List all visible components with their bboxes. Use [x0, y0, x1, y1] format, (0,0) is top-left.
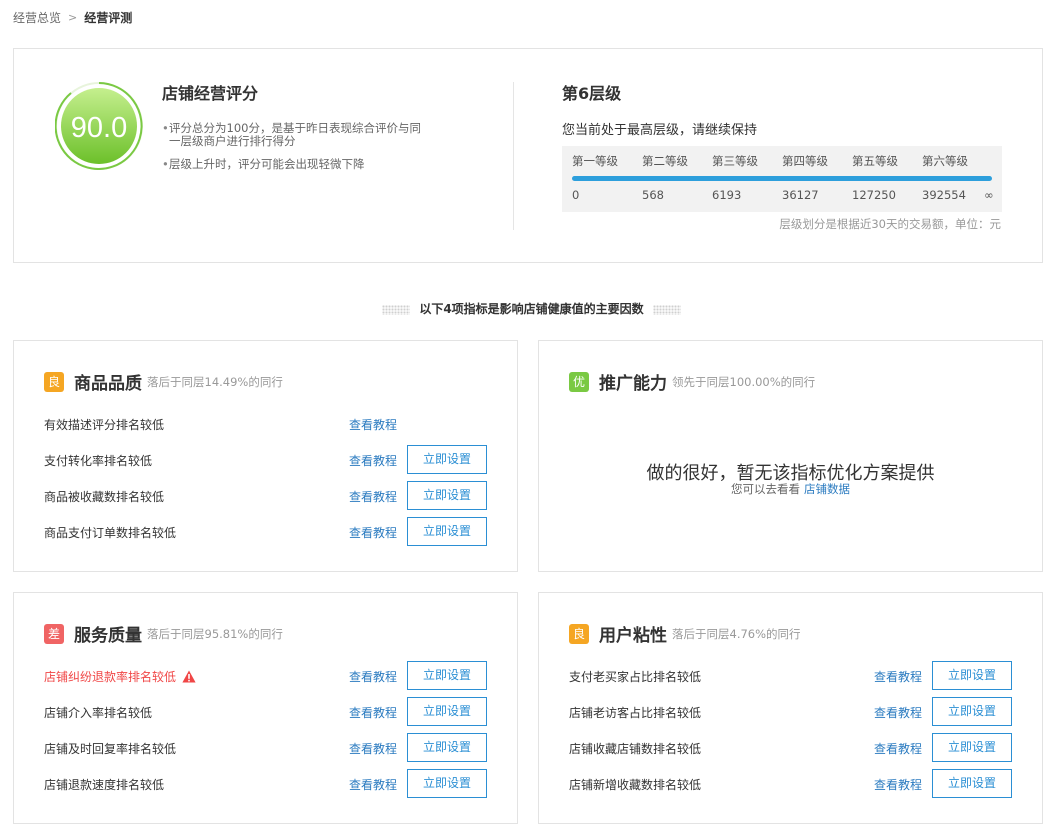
set-now-button[interactable]: 立即设置 — [932, 733, 1012, 762]
view-tutorial-link[interactable]: 查看教程 — [349, 416, 397, 433]
row-label: 商品支付订单数排名较低 — [44, 526, 177, 540]
set-now-button[interactable]: 立即设置 — [407, 517, 487, 546]
set-now-button[interactable]: 立即设置 — [407, 445, 487, 474]
level-value: 392554 — [922, 188, 966, 202]
card-header: 良 商品品质 落后于同层14.49%的同行 — [44, 369, 283, 394]
breadcrumb-separator: > — [68, 11, 78, 24]
card-user-stickiness: 良 用户粘性 落后于同层4.76%的同行 支付老买家占比排名较低 查看教程 立即… — [538, 592, 1043, 824]
score-bullet: 评分总分为100分，是基于昨日表现综合评价与同一层级商户进行排行得分 — [162, 122, 432, 148]
row-label: 支付老买家占比排名较低 — [569, 670, 702, 684]
view-tutorial-link[interactable]: 查看教程 — [349, 740, 397, 757]
level-value-infinity: ∞ — [984, 188, 994, 202]
dotted-decoration — [652, 304, 681, 315]
set-now-button[interactable]: 立即设置 — [407, 661, 487, 690]
card-header: 良 用户粘性 落后于同层4.76%的同行 — [569, 621, 801, 646]
row-label-text: 店铺纠纷退款率排名较低 — [44, 670, 177, 684]
card-header: 优 推广能力 领先于同层100.00%的同行 — [569, 369, 815, 394]
level-label: 第三等级 — [712, 154, 758, 168]
view-tutorial-link[interactable]: 查看教程 — [349, 452, 397, 469]
level-description: 您当前处于最高层级，请继续保持 — [562, 123, 758, 138]
breadcrumb-parent-link[interactable]: 经营总览 — [13, 9, 61, 26]
score-title: 店铺经营评分 — [162, 84, 259, 103]
score-bullets: 评分总分为100分，是基于昨日表现综合评价与同一层级商户进行排行得分 层级上升时… — [162, 122, 432, 181]
card-subtitle: 领先于同层100.00%的同行 — [672, 374, 816, 389]
grade-badge: 良 — [569, 623, 589, 644]
level-label: 第二等级 — [642, 154, 688, 168]
level-label: 第四等级 — [782, 154, 828, 168]
level-value: 36127 — [782, 188, 819, 202]
grade-badge: 良 — [44, 371, 64, 392]
grade-badge: 优 — [569, 371, 589, 392]
set-now-button[interactable]: 立即设置 — [407, 733, 487, 762]
row-label: 店铺介入率排名较低 — [44, 706, 153, 720]
section-title-text: 以下4项指标是影响店铺健康值的主要因数 — [419, 302, 644, 316]
level-label: 第五等级 — [852, 154, 898, 168]
empty-state-hint-text: 您可以去看看 — [731, 482, 800, 496]
row-label: 有效描述评分排名较低 — [44, 418, 165, 432]
set-now-button[interactable]: 立即设置 — [407, 769, 487, 798]
level-scale: 第一等级 第二等级 第三等级 第四等级 第五等级 第六等级 0 568 6193… — [562, 146, 1002, 212]
card-service-quality: 差 服务质量 落后于同层95.81%的同行 店铺纠纷退款率排名较低 查看教程 立… — [13, 592, 518, 824]
view-tutorial-link[interactable]: 查看教程 — [349, 704, 397, 721]
level-value: 0 — [572, 188, 580, 202]
row-label: 商品被收藏数排名较低 — [44, 490, 165, 504]
row-label: 店铺老访客占比排名较低 — [569, 706, 702, 720]
divider — [513, 82, 514, 230]
breadcrumb: 经营总览 > 经营评测 — [13, 9, 132, 26]
row-label: 店铺新增收藏数排名较低 — [569, 778, 702, 792]
level-title: 第6层级 — [562, 84, 622, 103]
breadcrumb-current: 经营评测 — [84, 11, 133, 25]
set-now-button[interactable]: 立即设置 — [932, 661, 1012, 690]
warning-icon — [182, 670, 196, 683]
card-subtitle: 落后于同层95.81%的同行 — [147, 626, 283, 641]
card-title: 服务质量 — [74, 626, 142, 646]
level-value: 6193 — [712, 188, 742, 202]
card-promotion-ability: 优 推广能力 领先于同层100.00%的同行 做的很好，暂无该指标优化方案提供 … — [538, 340, 1043, 572]
view-tutorial-link[interactable]: 查看教程 — [349, 524, 397, 541]
row-label: 支付转化率排名较低 — [44, 454, 153, 468]
card-subtitle: 落后于同层4.76%的同行 — [672, 626, 801, 641]
score-value: 90.0 — [71, 112, 127, 144]
set-now-button[interactable]: 立即设置 — [932, 769, 1012, 798]
card-title: 推广能力 — [599, 374, 667, 394]
store-data-link[interactable]: 店铺数据 — [804, 482, 850, 496]
view-tutorial-link[interactable]: 查看教程 — [874, 776, 922, 793]
row-label: 店铺退款速度排名较低 — [44, 778, 165, 792]
set-now-button[interactable]: 立即设置 — [407, 697, 487, 726]
level-label: 第六等级 — [922, 154, 968, 168]
level-value: 127250 — [852, 188, 896, 202]
view-tutorial-link[interactable]: 查看教程 — [349, 488, 397, 505]
section-title: 以下4项指标是影响店铺健康值的主要因数 — [0, 300, 1063, 317]
card-subtitle: 落后于同层14.49%的同行 — [147, 374, 283, 389]
level-progress-bar — [572, 176, 992, 181]
level-value: 568 — [642, 188, 664, 202]
card-title: 商品品质 — [74, 374, 142, 394]
card-product-quality: 良 商品品质 落后于同层14.49%的同行 有效描述评分排名较低 查看教程 支付… — [13, 340, 518, 572]
grade-badge: 差 — [44, 623, 64, 644]
empty-state-hint: 您可以去看看 店铺数据 — [539, 481, 1042, 497]
view-tutorial-link[interactable]: 查看教程 — [349, 668, 397, 685]
row-label-warning: 店铺纠纷退款率排名较低 — [44, 668, 196, 685]
set-now-button[interactable]: 立即设置 — [407, 481, 487, 510]
card-header: 差 服务质量 落后于同层95.81%的同行 — [44, 621, 283, 646]
view-tutorial-link[interactable]: 查看教程 — [874, 668, 922, 685]
view-tutorial-link[interactable]: 查看教程 — [874, 704, 922, 721]
card-title: 用户粘性 — [599, 626, 667, 646]
dotted-decoration — [382, 304, 411, 315]
set-now-button[interactable]: 立即设置 — [932, 697, 1012, 726]
score-panel: 90.0 店铺经营评分 评分总分为100分，是基于昨日表现综合评价与同一层级商户… — [13, 48, 1043, 263]
score-circle: 90.0 — [55, 82, 143, 170]
score-bullet: 层级上升时，评分可能会出现轻微下降 — [162, 158, 432, 172]
view-tutorial-link[interactable]: 查看教程 — [349, 776, 397, 793]
row-label: 店铺收藏店铺数排名较低 — [569, 742, 702, 756]
level-note: 层级划分是根据近30天的交易额，单位：元 — [779, 217, 1001, 231]
level-label: 第一等级 — [572, 154, 618, 168]
row-label: 店铺及时回复率排名较低 — [44, 742, 177, 756]
view-tutorial-link[interactable]: 查看教程 — [874, 740, 922, 757]
